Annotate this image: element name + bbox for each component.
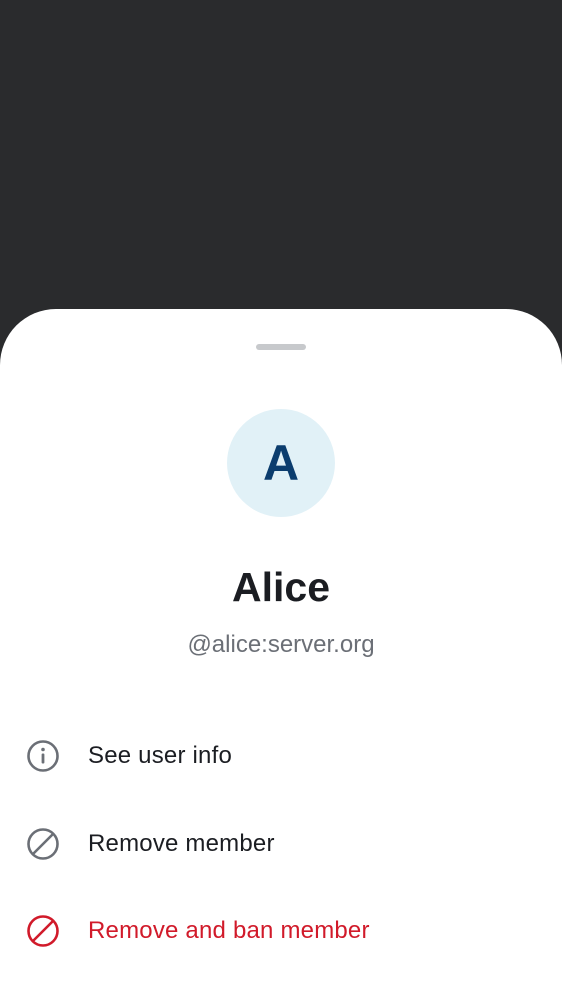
info-icon: [26, 739, 60, 773]
member-bottom-sheet: A Alice @alice:server.org See user info …: [0, 309, 562, 1000]
drag-handle[interactable]: [256, 344, 306, 350]
remove-and-ban-member-button[interactable]: Remove and ban member: [0, 891, 562, 971]
user-display-name: Alice: [232, 564, 330, 610]
user-id: @alice:server.org: [187, 631, 375, 658]
ban-icon: [26, 914, 60, 948]
remove-member-button[interactable]: Remove member: [0, 804, 562, 884]
remove-and-ban-member-label: Remove and ban member: [88, 917, 370, 944]
avatar-initial: A: [262, 435, 300, 491]
avatar: A: [227, 409, 335, 517]
see-user-info-label: See user info: [88, 742, 233, 769]
block-icon: [26, 827, 60, 861]
remove-member-label: Remove member: [88, 830, 275, 857]
see-user-info-button[interactable]: See user info: [0, 716, 562, 796]
